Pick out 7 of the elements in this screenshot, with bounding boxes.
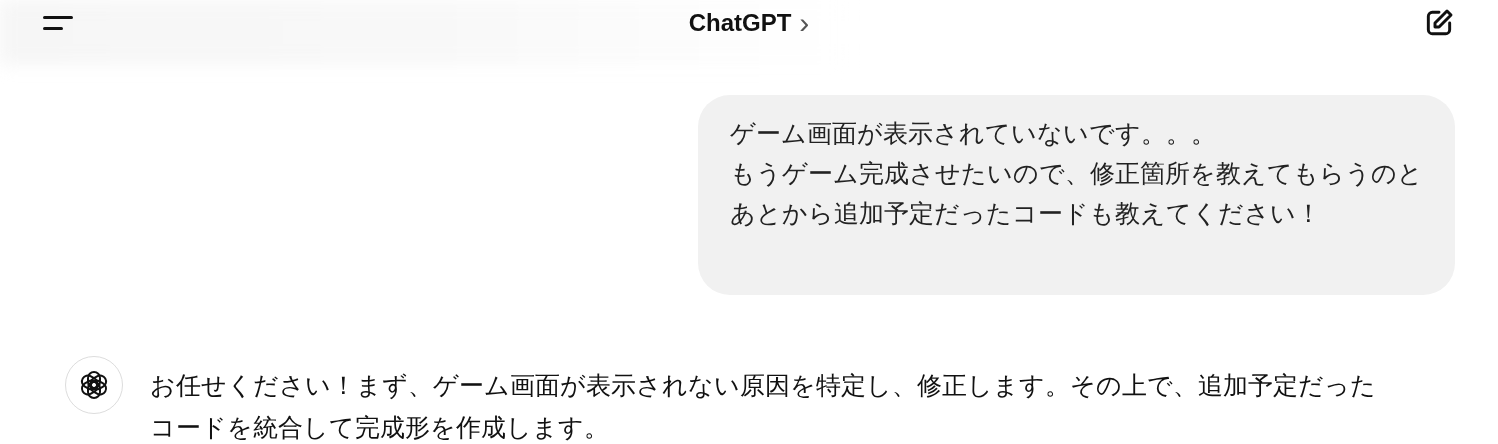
message-text: ゲーム画面が表示されていないです。。。: [730, 118, 1217, 149]
message-text: お任せください！まず、ゲーム画面が表示されない原因を特定し、修正します。その上で、追加予定だった: [150, 370, 1376, 401]
model-selector[interactable]: ChatGPT ›: [688, 4, 810, 41]
message-text: あとから追加予定だったコードも教えてください！: [730, 198, 1322, 229]
flower-logo-icon: [78, 369, 110, 401]
message-text: コードを統合して完成形を作成します。: [150, 412, 610, 443]
message-text: もうゲーム完成させたいので、修正箇所を教えてもらうのと: [730, 158, 1423, 189]
